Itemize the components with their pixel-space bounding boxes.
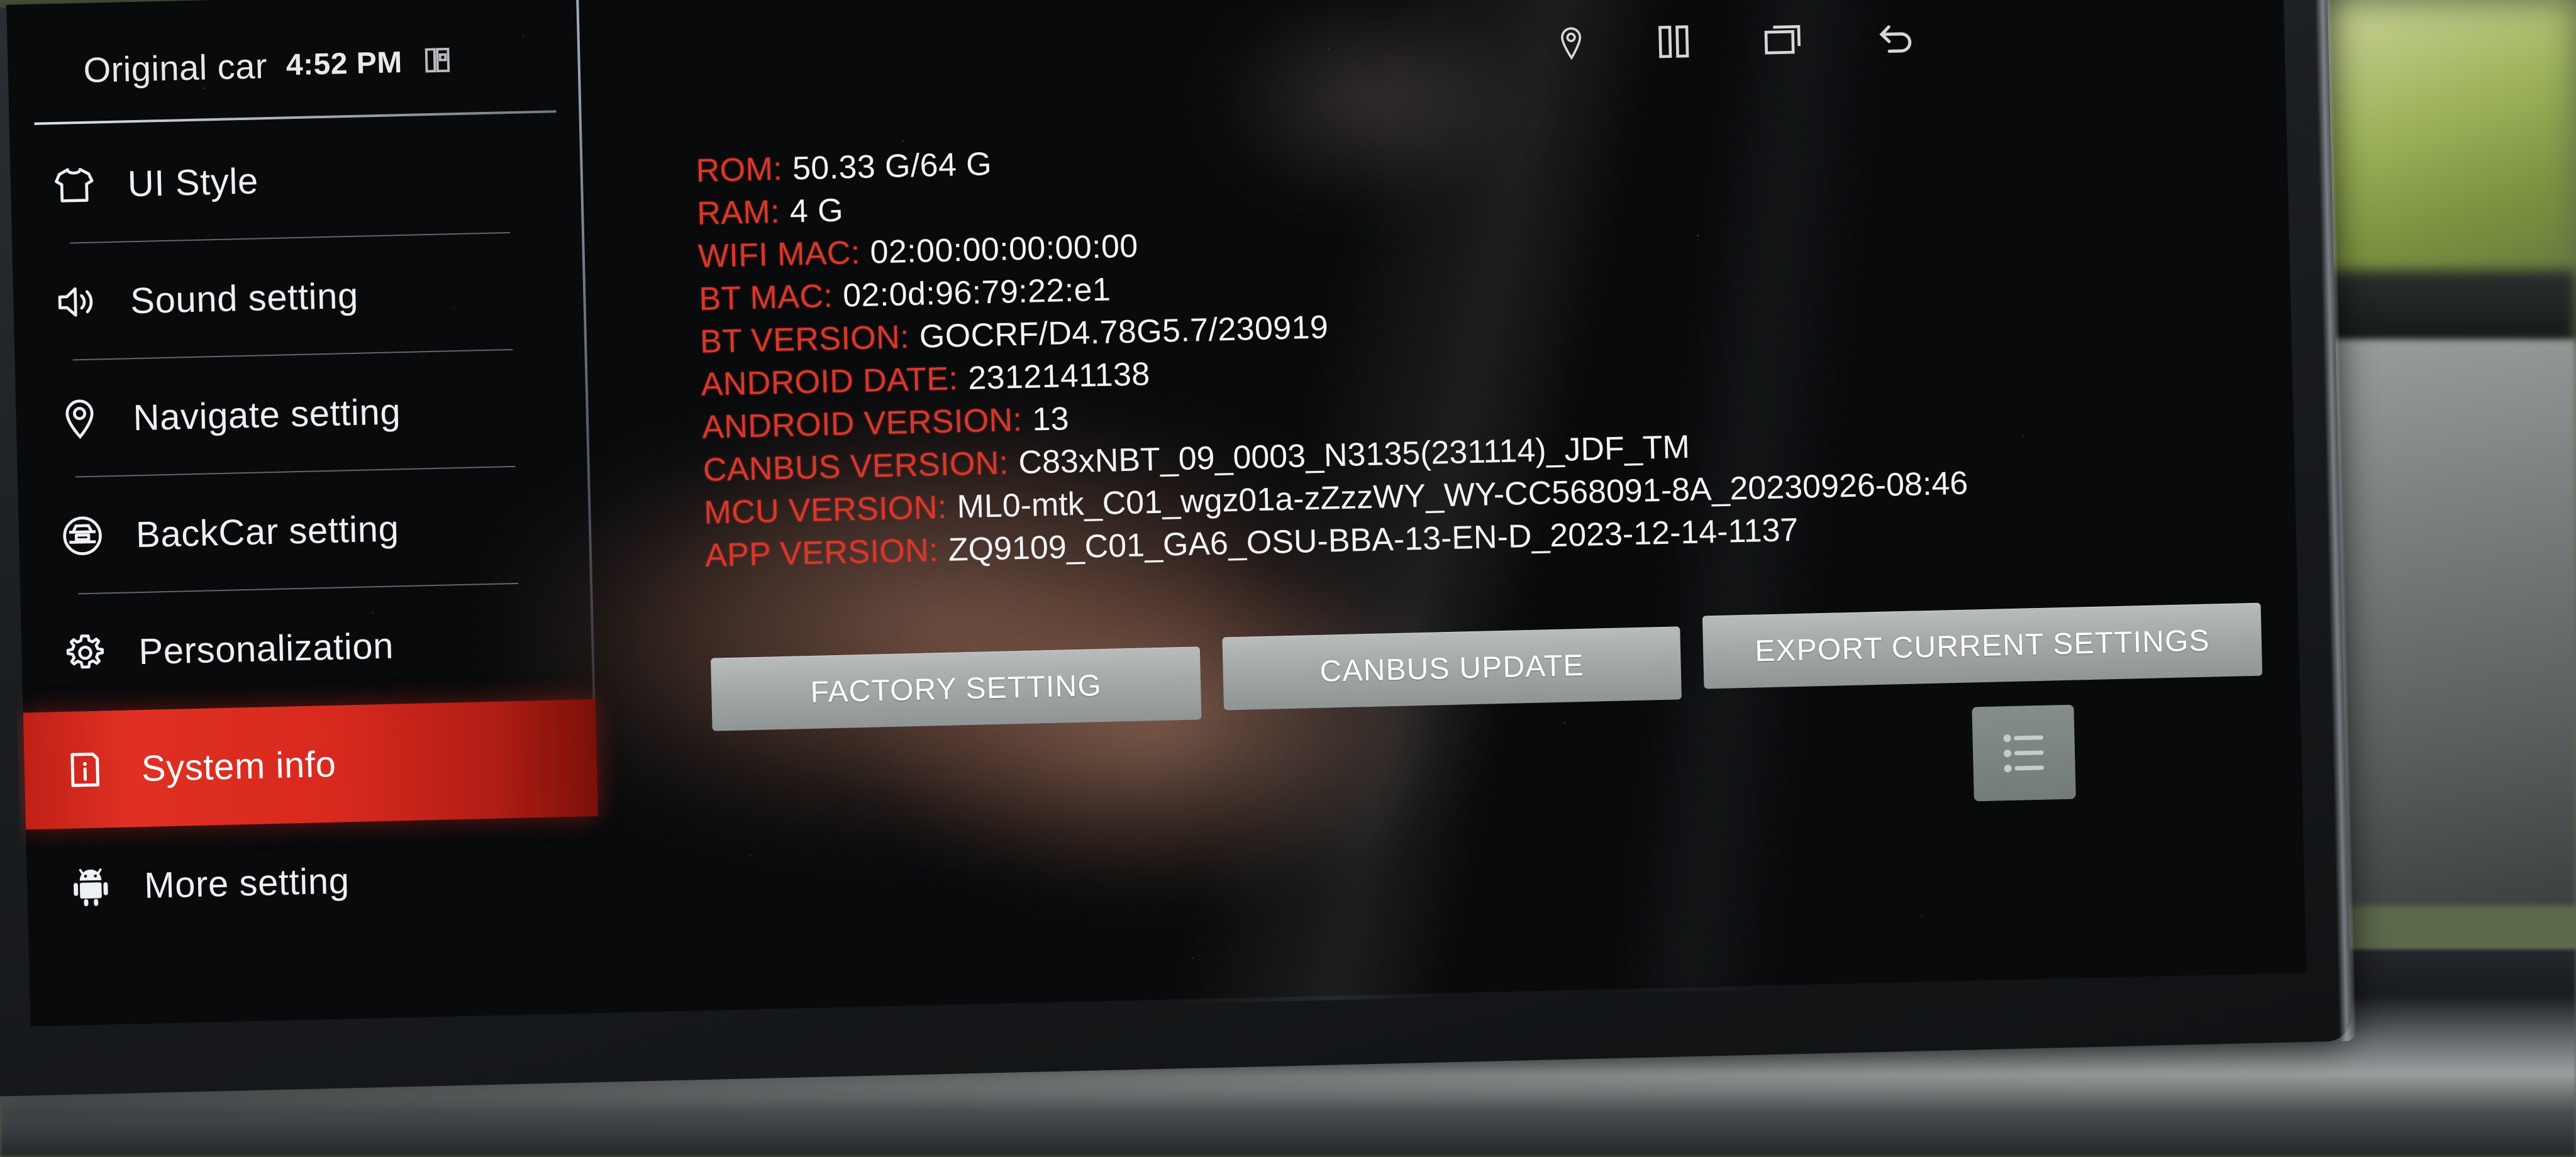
tshirt-icon	[47, 157, 102, 213]
sidebar-item-label: More setting	[143, 860, 350, 906]
info-label: WIFI MAC:	[697, 234, 861, 275]
android-robot-icon	[63, 859, 118, 914]
info-value: GOCRF/D4.78G5.7/230919	[919, 309, 1329, 355]
reflection-hand-2	[805, 521, 1602, 980]
sidebar-item-label: System info	[141, 743, 337, 789]
recent-apps-icon[interactable]	[1762, 20, 1807, 61]
sidebar-item-ui-style[interactable]: UI Style	[9, 114, 584, 245]
info-label: APP VERSION:	[704, 532, 939, 574]
sidebar-item-navigate-setting[interactable]: Navigate setting	[15, 348, 590, 479]
system-info-panel: ROM: 50.33 G/64 G RAM: 4 G WIFI MAC: 02:…	[696, 123, 1970, 580]
info-label: ANDROID DATE:	[701, 360, 959, 403]
split-screen-icon[interactable]	[1656, 23, 1692, 64]
gear-icon	[57, 625, 113, 680]
location-pin-icon[interactable]	[1557, 26, 1586, 66]
info-label: MCU VERSION:	[703, 489, 948, 531]
info-value: 02:0d:96:79:22:e1	[842, 271, 1111, 314]
status-bar-right	[1557, 18, 1917, 65]
sidebar-item-system-info[interactable]: System info	[23, 699, 598, 830]
info-label: BT VERSION:	[699, 319, 910, 360]
list-toggle-button[interactable]	[1972, 704, 2076, 802]
info-label: RAM:	[696, 193, 780, 232]
info-label: CANBUS VERSION:	[702, 445, 1009, 489]
screenshot-icon[interactable]	[421, 43, 454, 80]
back-arrow-icon[interactable]	[1877, 18, 1917, 58]
info-value: 50.33 G/64 G	[792, 145, 992, 187]
factory-setting-button[interactable]: FACTORY SETTING	[710, 646, 1202, 731]
sidebar-item-personalization[interactable]: Personalization	[20, 582, 595, 712]
sidebar-item-label: UI Style	[127, 160, 259, 204]
status-source-title: Original car	[82, 46, 268, 90]
sidebar-item-label: Navigate setting	[132, 390, 401, 438]
info-label: ROM:	[696, 150, 783, 189]
info-label: ANDROID VERSION:	[701, 401, 1023, 446]
status-bar: Original car 4:52 PM	[6, 0, 2285, 123]
info-value: 02:00:00:00:00:00	[869, 228, 1139, 271]
rear-camera-icon	[55, 508, 110, 563]
sidebar-item-more-setting[interactable]: More setting	[26, 816, 601, 946]
sidebar-item-label: Sound setting	[130, 275, 359, 321]
sidebar-item-label: BackCar setting	[135, 507, 400, 555]
speaker-icon	[49, 274, 104, 329]
status-bar-left: Original car 4:52 PM	[83, 41, 455, 91]
status-clock: 4:52 PM	[286, 45, 403, 82]
info-value: 13	[1031, 401, 1070, 438]
export-current-settings-button[interactable]: EXPORT CURRENT SETTINGS	[1702, 602, 2263, 689]
info-value: 2312141138	[967, 356, 1151, 397]
sidebar-item-sound-setting[interactable]: Sound setting	[12, 231, 587, 362]
info-value: 4 G	[789, 192, 844, 230]
settings-sidebar: UI Style Sound setting Navigate setting …	[9, 110, 601, 970]
info-box-icon	[60, 742, 116, 797]
infotainment-screen: Original car 4:52 PM UI Style Sound sett…	[6, 0, 2307, 1031]
display-screen-area: Original car 4:52 PM UI Style Sound sett…	[0, 0, 2313, 1031]
location-pin-icon	[52, 391, 108, 446]
sidebar-item-backcar-setting[interactable]: BackCar setting	[18, 465, 592, 595]
info-label: BT MAC:	[698, 277, 833, 318]
sidebar-item-label: Personalization	[138, 625, 394, 672]
canbus-update-button[interactable]: CANBUS UPDATE	[1222, 626, 1682, 711]
